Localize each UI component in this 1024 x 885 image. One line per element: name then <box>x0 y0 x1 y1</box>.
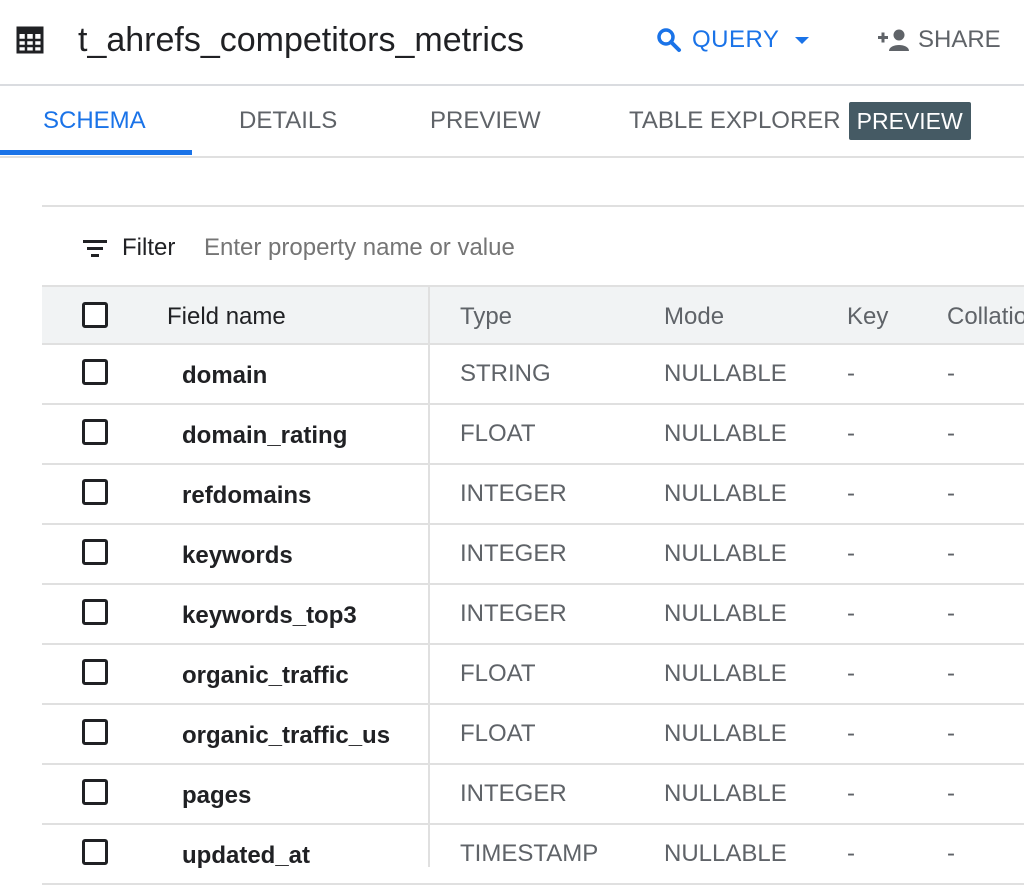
share-button[interactable]: SHARE <box>878 20 1001 60</box>
share-label: SHARE <box>918 26 1001 53</box>
field-type: TIMESTAMP <box>460 840 599 867</box>
table-row: domain_rating FLOAT NULLABLE - - <box>42 405 1024 465</box>
table-row: pages INTEGER NULLABLE - - <box>42 765 1024 825</box>
column-divider[interactable] <box>428 285 430 867</box>
row-checkbox[interactable] <box>82 719 108 745</box>
row-checkbox[interactable] <box>82 359 108 385</box>
field-name: organic_traffic_us <box>182 722 391 749</box>
active-tab-indicator <box>0 150 192 155</box>
search-icon <box>657 28 681 52</box>
field-name: keywords_top3 <box>182 602 357 629</box>
field-mode: NULLABLE <box>664 600 787 627</box>
table-header-bar: t_ahrefs_competitors_metrics QUERY SHARE <box>0 0 1024 86</box>
table-row: refdomains INTEGER NULLABLE - - <box>42 465 1024 525</box>
tab-preview[interactable]: PREVIEW <box>430 86 541 156</box>
field-name: updated_at <box>182 842 311 869</box>
row-checkbox[interactable] <box>82 839 108 865</box>
table-row: updated_at TIMESTAMP NULLABLE - - <box>42 825 1024 885</box>
table-row: organic_traffic FLOAT NULLABLE - - <box>42 645 1024 705</box>
column-header-key[interactable]: Key <box>847 303 888 331</box>
field-type: FLOAT <box>460 420 536 447</box>
field-mode: NULLABLE <box>664 540 787 567</box>
field-mode: NULLABLE <box>664 360 787 387</box>
schema-table: Field name Type Mode Key Collatio domain… <box>42 285 1024 885</box>
field-type: INTEGER <box>460 780 567 807</box>
field-mode: NULLABLE <box>664 480 787 507</box>
divider <box>42 205 1024 207</box>
field-name: domain <box>182 362 268 389</box>
column-header-collation[interactable]: Collatio <box>947 303 1024 331</box>
row-checkbox[interactable] <box>82 539 108 565</box>
tab-table-explorer[interactable]: TABLE EXPLORER PREVIEW <box>629 86 971 156</box>
row-checkbox[interactable] <box>82 659 108 685</box>
column-header-field-name[interactable]: Field name <box>167 303 286 331</box>
table-row: keywords INTEGER NULLABLE - - <box>42 525 1024 585</box>
field-type: STRING <box>460 360 551 387</box>
tab-details[interactable]: DETAILS <box>239 86 337 156</box>
field-collation: - <box>947 840 955 867</box>
row-checkbox[interactable] <box>82 779 108 805</box>
filter-input[interactable] <box>204 228 804 268</box>
tab-bar: SCHEMA DETAILS PREVIEW TABLE EXPLORER PR… <box>0 86 1024 158</box>
column-header-type[interactable]: Type <box>460 303 512 331</box>
table-row: keywords_top3 INTEGER NULLABLE - - <box>42 585 1024 645</box>
table-grid-icon <box>16 26 44 54</box>
field-key: - <box>847 600 855 627</box>
row-checkbox[interactable] <box>82 599 108 625</box>
field-collation: - <box>947 720 955 747</box>
query-label: QUERY <box>692 26 780 53</box>
field-mode: NULLABLE <box>664 840 787 867</box>
table-row: organic_traffic_us FLOAT NULLABLE - - <box>42 705 1024 765</box>
field-collation: - <box>947 780 955 807</box>
field-key: - <box>847 360 855 387</box>
field-key: - <box>847 660 855 687</box>
tab-table-explorer-label: TABLE EXPLORER <box>629 107 841 134</box>
field-name: pages <box>182 782 252 809</box>
field-key: - <box>847 720 855 747</box>
field-name: domain_rating <box>182 422 348 449</box>
table-row: domain STRING NULLABLE - - <box>42 345 1024 405</box>
filter-label: Filter <box>122 234 176 261</box>
field-mode: NULLABLE <box>664 420 787 447</box>
field-mode: NULLABLE <box>664 780 787 807</box>
field-name: keywords <box>182 542 293 569</box>
row-checkbox[interactable] <box>82 479 108 505</box>
field-collation: - <box>947 480 955 507</box>
table-header-row: Field name Type Mode Key Collatio <box>42 285 1024 345</box>
filter-list-icon <box>83 240 107 257</box>
page-title: t_ahrefs_competitors_metrics <box>78 21 524 59</box>
field-key: - <box>847 480 855 507</box>
field-type: FLOAT <box>460 660 536 687</box>
row-checkbox[interactable] <box>82 419 108 445</box>
select-all-checkbox[interactable] <box>82 302 108 328</box>
caret-down-icon[interactable] <box>795 36 810 44</box>
field-key: - <box>847 780 855 807</box>
field-collation: - <box>947 360 955 387</box>
field-collation: - <box>947 540 955 567</box>
filter-button[interactable]: Filter <box>82 228 175 268</box>
field-type: INTEGER <box>460 540 567 567</box>
field-key: - <box>847 540 855 567</box>
preview-badge: PREVIEW <box>848 102 971 140</box>
field-collation: - <box>947 420 955 447</box>
column-header-mode[interactable]: Mode <box>664 303 724 331</box>
field-collation: - <box>947 660 955 687</box>
person-add-icon <box>878 29 909 51</box>
field-name: organic_traffic <box>182 662 349 689</box>
field-key: - <box>847 840 855 867</box>
field-collation: - <box>947 600 955 627</box>
field-mode: NULLABLE <box>664 720 787 747</box>
field-type: FLOAT <box>460 720 536 747</box>
field-key: - <box>847 420 855 447</box>
field-type: INTEGER <box>460 600 567 627</box>
field-type: INTEGER <box>460 480 567 507</box>
query-button[interactable]: QUERY <box>656 20 810 60</box>
field-name: refdomains <box>182 482 312 509</box>
tab-schema[interactable]: SCHEMA <box>43 86 146 156</box>
field-mode: NULLABLE <box>664 660 787 687</box>
